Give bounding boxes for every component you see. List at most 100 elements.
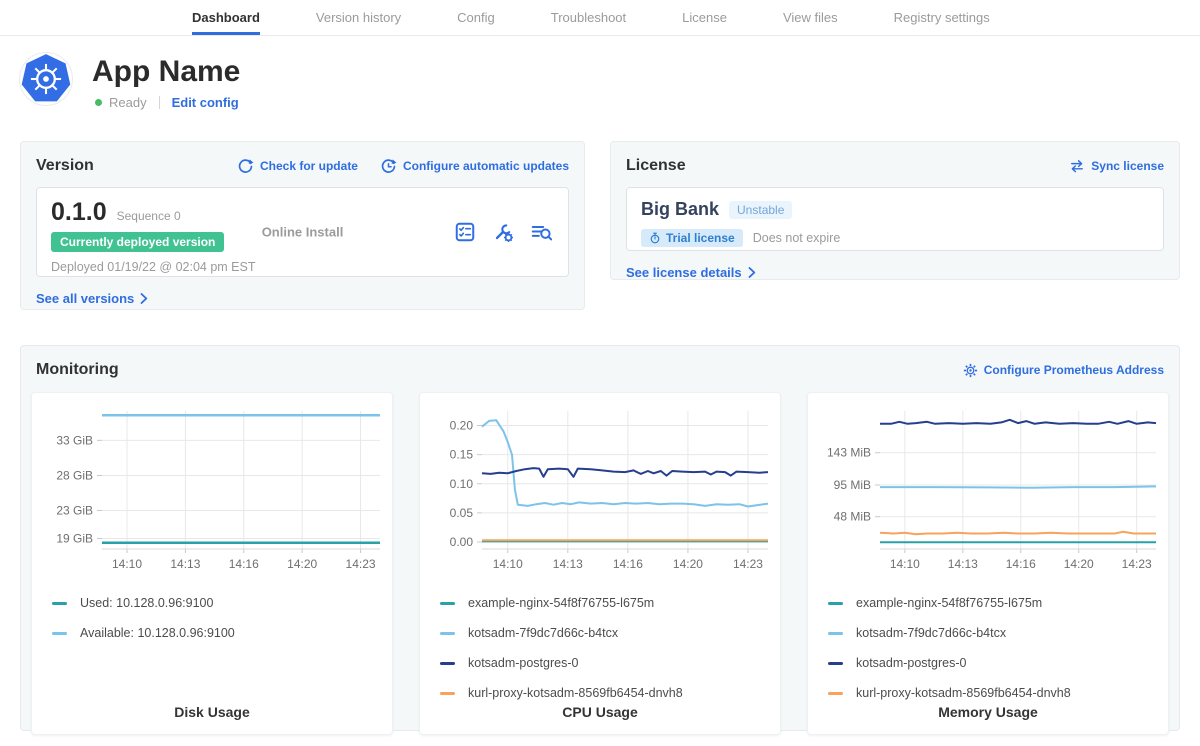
chart-title: CPU Usage — [420, 704, 780, 720]
gear-icon — [963, 363, 978, 378]
legend-swatch-icon — [440, 632, 455, 635]
legend-label: kotsadm-postgres-0 — [856, 656, 966, 670]
license-expiry: Does not expire — [753, 231, 841, 245]
deployed-badge: Currently deployed version — [51, 232, 224, 252]
sync-license-link[interactable]: Sync license — [1069, 158, 1164, 174]
license-name: Big Bank — [641, 199, 719, 220]
svg-text:14:10: 14:10 — [890, 557, 920, 571]
svg-text:14:16: 14:16 — [229, 557, 259, 571]
svg-text:14:10: 14:10 — [112, 557, 142, 571]
chart-title: Disk Usage — [32, 704, 392, 720]
disk-usage-panel: 14:1014:1314:1614:2014:2333 GiB28 GiB23 … — [31, 392, 393, 735]
legend-swatch-icon — [52, 602, 67, 605]
refresh-icon — [237, 158, 254, 175]
legend-label: example-nginx-54f8f76755-l675m — [856, 596, 1042, 610]
legend-item: kotsadm-7f9dc7d66c-b4tcx — [828, 626, 1160, 640]
svg-text:33 GiB: 33 GiB — [56, 433, 93, 447]
version-number: 0.1.0 — [51, 198, 107, 227]
channel-badge: Unstable — [729, 201, 792, 219]
current-version-panel: 0.1.0 Sequence 0 Currently deployed vers… — [36, 187, 569, 277]
view-logs-icon[interactable] — [530, 221, 552, 243]
configure-prometheus-link[interactable]: Configure Prometheus Address — [963, 363, 1164, 378]
legend-label: example-nginx-54f8f76755-l675m — [468, 596, 654, 610]
license-card-title: License — [626, 157, 686, 175]
stopwatch-icon — [649, 232, 661, 244]
memory-usage-legend: example-nginx-54f8f76755-l675m kotsadm-7f… — [828, 596, 1160, 700]
svg-text:28 GiB: 28 GiB — [56, 468, 93, 482]
app-status-row: Ready Edit config — [95, 95, 239, 110]
see-license-details-link[interactable]: See license details — [626, 265, 756, 280]
svg-text:14:16: 14:16 — [1006, 557, 1036, 571]
schedule-update-icon — [380, 158, 397, 175]
configure-automatic-updates-link[interactable]: Configure automatic updates — [380, 158, 569, 175]
legend-swatch-icon — [440, 602, 455, 605]
install-type-label: Online Install — [262, 225, 344, 240]
license-card: License Sync license Big Bank Unstable — [610, 141, 1180, 280]
edit-config-link[interactable]: Edit config — [172, 95, 239, 110]
trial-license-badge: Trial license — [641, 229, 743, 247]
legend-item: Available: 10.128.0.96:9100 — [52, 626, 384, 640]
config-wrench-icon[interactable] — [492, 221, 514, 243]
legend-swatch-icon — [440, 692, 455, 695]
legend-swatch-icon — [828, 692, 843, 695]
svg-text:14:16: 14:16 — [613, 557, 643, 571]
memory-usage-panel: 14:1014:1314:1614:2014:23143 MiB95 MiB48… — [807, 392, 1169, 735]
see-all-versions-link[interactable]: See all versions — [36, 291, 148, 306]
legend-item: example-nginx-54f8f76755-l675m — [440, 596, 772, 610]
legend-swatch-icon — [828, 662, 843, 665]
cpu-usage-chart: 14:1014:1314:1614:2014:230.200.150.100.0… — [428, 403, 772, 580]
legend-swatch-icon — [828, 632, 843, 635]
svg-text:14:23: 14:23 — [346, 557, 376, 571]
page-title: App Name — [92, 55, 240, 89]
version-card-title: Version — [36, 157, 94, 175]
legend-item: example-nginx-54f8f76755-l675m — [828, 596, 1160, 610]
check-for-update-link[interactable]: Check for update — [237, 158, 358, 175]
license-panel: Big Bank Unstable Trial license Does not… — [626, 187, 1164, 251]
top-nav: Dashboard Version history Config Trouble… — [0, 0, 1200, 36]
legend-label: Available: 10.128.0.96:9100 — [80, 626, 235, 640]
version-sequence: Sequence 0 — [117, 209, 181, 223]
legend-label: kotsadm-7f9dc7d66c-b4tcx — [856, 626, 1006, 640]
tab-config[interactable]: Config — [457, 0, 495, 35]
preflight-checks-icon[interactable] — [454, 221, 476, 243]
svg-text:14:23: 14:23 — [733, 557, 763, 571]
divider — [159, 96, 160, 109]
legend-swatch-icon — [52, 632, 67, 635]
svg-text:14:13: 14:13 — [553, 557, 583, 571]
monitoring-title: Monitoring — [36, 361, 119, 379]
legend-item: kurl-proxy-kotsadm-8569fb6454-dnvh8 — [828, 686, 1160, 700]
legend-swatch-icon — [440, 662, 455, 665]
legend-item: kotsadm-7f9dc7d66c-b4tcx — [440, 626, 772, 640]
legend-swatch-icon — [828, 602, 843, 605]
svg-text:14:13: 14:13 — [170, 557, 200, 571]
svg-text:95 MiB: 95 MiB — [834, 478, 871, 492]
version-card: Version Check for update Configure autom… — [20, 141, 585, 310]
chevron-right-icon — [748, 267, 756, 278]
svg-text:14:13: 14:13 — [948, 557, 978, 571]
svg-text:14:10: 14:10 — [493, 557, 523, 571]
legend-item: kotsadm-postgres-0 — [440, 656, 772, 670]
tab-version-history[interactable]: Version history — [316, 0, 401, 35]
tab-license[interactable]: License — [682, 0, 727, 35]
svg-text:0.15: 0.15 — [450, 448, 474, 462]
kubernetes-logo-icon — [19, 52, 73, 106]
tab-dashboard[interactable]: Dashboard — [192, 0, 260, 35]
chevron-right-icon — [140, 293, 148, 304]
svg-text:48 MiB: 48 MiB — [834, 510, 871, 524]
cpu-usage-legend: example-nginx-54f8f76755-l675m kotsadm-7f… — [440, 596, 772, 700]
monitoring-card: Monitoring Configure Prometheus Address … — [20, 345, 1180, 731]
svg-text:14:20: 14:20 — [673, 557, 703, 571]
svg-text:14:23: 14:23 — [1122, 557, 1152, 571]
svg-text:14:20: 14:20 — [287, 557, 317, 571]
svg-text:14:20: 14:20 — [1064, 557, 1094, 571]
svg-text:0.10: 0.10 — [450, 477, 474, 491]
disk-usage-chart: 14:1014:1314:1614:2014:2333 GiB28 GiB23 … — [40, 403, 384, 580]
legend-label: Used: 10.128.0.96:9100 — [80, 596, 213, 610]
legend-item: kotsadm-postgres-0 — [828, 656, 1160, 670]
tab-view-files[interactable]: View files — [783, 0, 838, 35]
tab-troubleshoot[interactable]: Troubleshoot — [551, 0, 626, 35]
disk-usage-legend: Used: 10.128.0.96:9100 Available: 10.128.… — [52, 596, 384, 640]
legend-label: kurl-proxy-kotsadm-8569fb6454-dnvh8 — [856, 686, 1071, 700]
svg-text:19 GiB: 19 GiB — [56, 531, 93, 545]
tab-registry-settings[interactable]: Registry settings — [894, 0, 990, 35]
